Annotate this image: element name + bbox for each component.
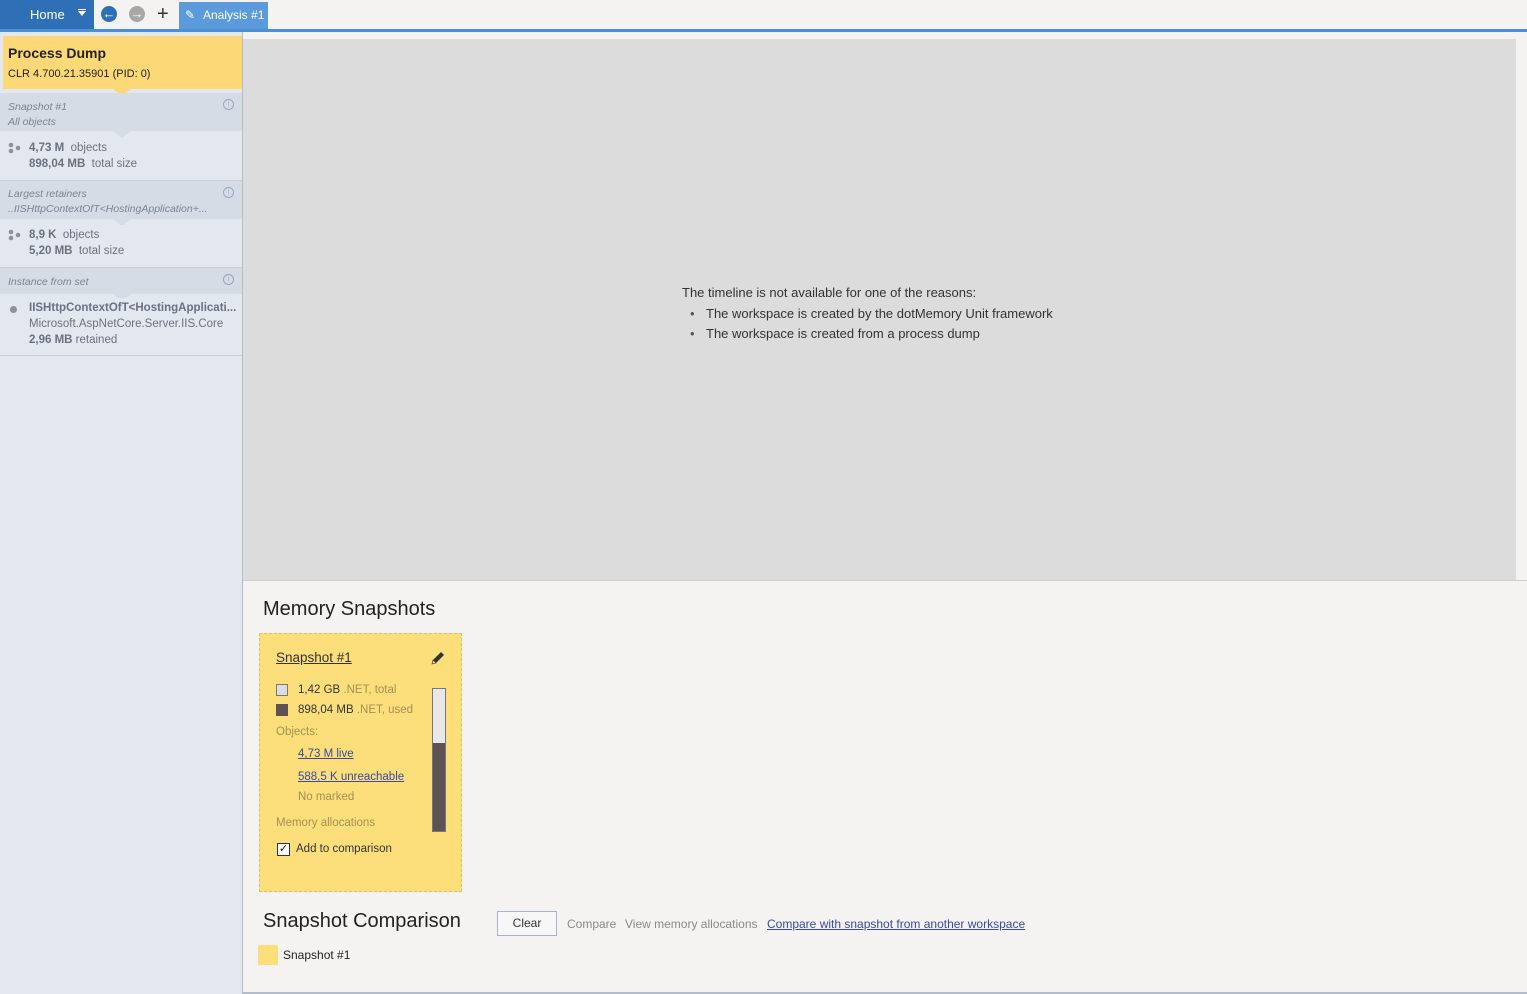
instance-assembly: Microsoft.AspNetCore.Server.IIS.Core	[29, 318, 224, 330]
section-retainers-body[interactable]: 8,9 K objects 5,20 MB total size	[0, 225, 242, 267]
tab-analysis[interactable]: ✎ Analysis #1	[179, 2, 268, 29]
pencil-icon[interactable]	[430, 650, 446, 666]
section-title: Snapshot #1	[8, 101, 67, 113]
process-dump-box[interactable]: Process Dump CLR 4.700.21.35901 (PID: 0)	[3, 36, 242, 89]
compare-other-workspace-link[interactable]: Compare with snapshot from another works…	[767, 917, 1025, 931]
memory-snapshots-title: Memory Snapshots	[263, 598, 436, 620]
add-to-comparison-checkbox[interactable]: ✓	[277, 843, 290, 856]
top-toolbar: Home ← → + ✎ Analysis #1	[0, 0, 1527, 30]
section-notch	[113, 131, 131, 138]
home-label: Home	[30, 7, 65, 22]
objects-icon	[8, 229, 21, 241]
info-icon[interactable]: i	[223, 187, 234, 198]
objects-icon	[8, 142, 21, 154]
marked-label: No marked	[298, 791, 355, 803]
sidebar: Process Dump CLR 4.700.21.35901 (PID: 0)…	[0, 32, 243, 994]
section-retainers-header[interactable]: Largest retainers ..IISHttpContextOfT<Ho…	[0, 181, 242, 219]
net-total: 1,42 GB .NET, total	[298, 684, 397, 696]
snapshot-card[interactable]: Snapshot #1 1,42 GB .NET, total 898,04 M…	[259, 633, 462, 892]
objects-count: 4,73 M objects	[29, 142, 107, 154]
section-subtitle: All objects	[8, 116, 56, 128]
view-memory-allocations-button[interactable]: View memory allocations	[625, 917, 758, 931]
timeline-reason: The workspace is created from a process …	[690, 324, 1053, 345]
info-icon[interactable]: i	[223, 99, 234, 110]
timeline-reason: The workspace is created by the dotMemor…	[690, 304, 1053, 325]
memory-usage-meter	[432, 688, 446, 832]
plus-icon[interactable]: +	[157, 3, 169, 25]
timeline-message: The timeline is not available for one of…	[682, 283, 1053, 345]
compare-button[interactable]: Compare	[567, 917, 616, 931]
section-title: Instance from set	[8, 276, 89, 288]
section-snapshot-header[interactable]: Snapshot #1 All objects i	[0, 93, 242, 131]
comparison-snapshot-swatch	[258, 945, 278, 965]
pencil-icon: ✎	[185, 8, 196, 22]
section-subtitle: ..IISHttpContextOfT<HostingApplication+.…	[8, 203, 208, 215]
timeline-area: The timeline is not available for one of…	[243, 39, 1516, 580]
section-divider	[0, 355, 242, 356]
timeline-divider	[243, 580, 1527, 581]
section-instance-body[interactable]: IISHttpContextOfT<HostingApplicati... Mi…	[0, 298, 242, 355]
home-menu-bar-icon	[78, 9, 86, 10]
tab-label: Analysis #1	[203, 8, 265, 22]
home-button[interactable]: Home	[0, 0, 94, 29]
arrow-right-icon[interactable]: →	[129, 6, 145, 22]
timeline-message-title: The timeline is not available for one of…	[682, 285, 977, 300]
snapshot-comparison-title: Snapshot Comparison	[263, 910, 461, 932]
objects-label: Objects:	[276, 726, 319, 738]
live-objects-link[interactable]: 4,73 M live	[298, 748, 354, 760]
section-title: Largest retainers	[8, 188, 87, 200]
section-snapshot-body[interactable]: 4,73 M objects 898,04 MB total size	[0, 138, 242, 180]
info-icon[interactable]: i	[223, 274, 234, 285]
section-instance-header[interactable]: Instance from set i	[0, 268, 242, 294]
memory-allocations-label: Memory allocations	[276, 817, 376, 829]
instance-retained: 2,96 MB retained	[29, 334, 118, 346]
process-subtitle: CLR 4.700.21.35901 (PID: 0)	[8, 68, 151, 80]
snapshot-title-link[interactable]: Snapshot #1	[276, 650, 352, 665]
total-legend-swatch	[276, 684, 288, 696]
chevron-down-icon[interactable]	[78, 11, 86, 16]
memory-used-fill	[433, 742, 445, 831]
arrow-left-icon[interactable]: ←	[101, 6, 117, 22]
instance-name: IISHttpContextOfT<HostingApplicati...	[29, 302, 237, 314]
process-title: Process Dump	[8, 45, 107, 61]
instance-icon	[10, 306, 17, 313]
objects-size: 898,04 MB total size	[29, 158, 138, 170]
net-used: 898,04 MB .NET, used	[298, 704, 414, 716]
comparison-snapshot-item: Snapshot #1	[283, 948, 351, 962]
used-legend-swatch	[276, 704, 288, 716]
unreachable-objects-link[interactable]: 588,5 K unreachable	[298, 771, 404, 783]
objects-count: 8,9 K objects	[29, 229, 100, 241]
objects-size: 5,20 MB total size	[29, 245, 125, 257]
clear-button[interactable]: Clear	[497, 911, 557, 936]
add-to-comparison-label[interactable]: Add to comparison	[296, 843, 392, 855]
